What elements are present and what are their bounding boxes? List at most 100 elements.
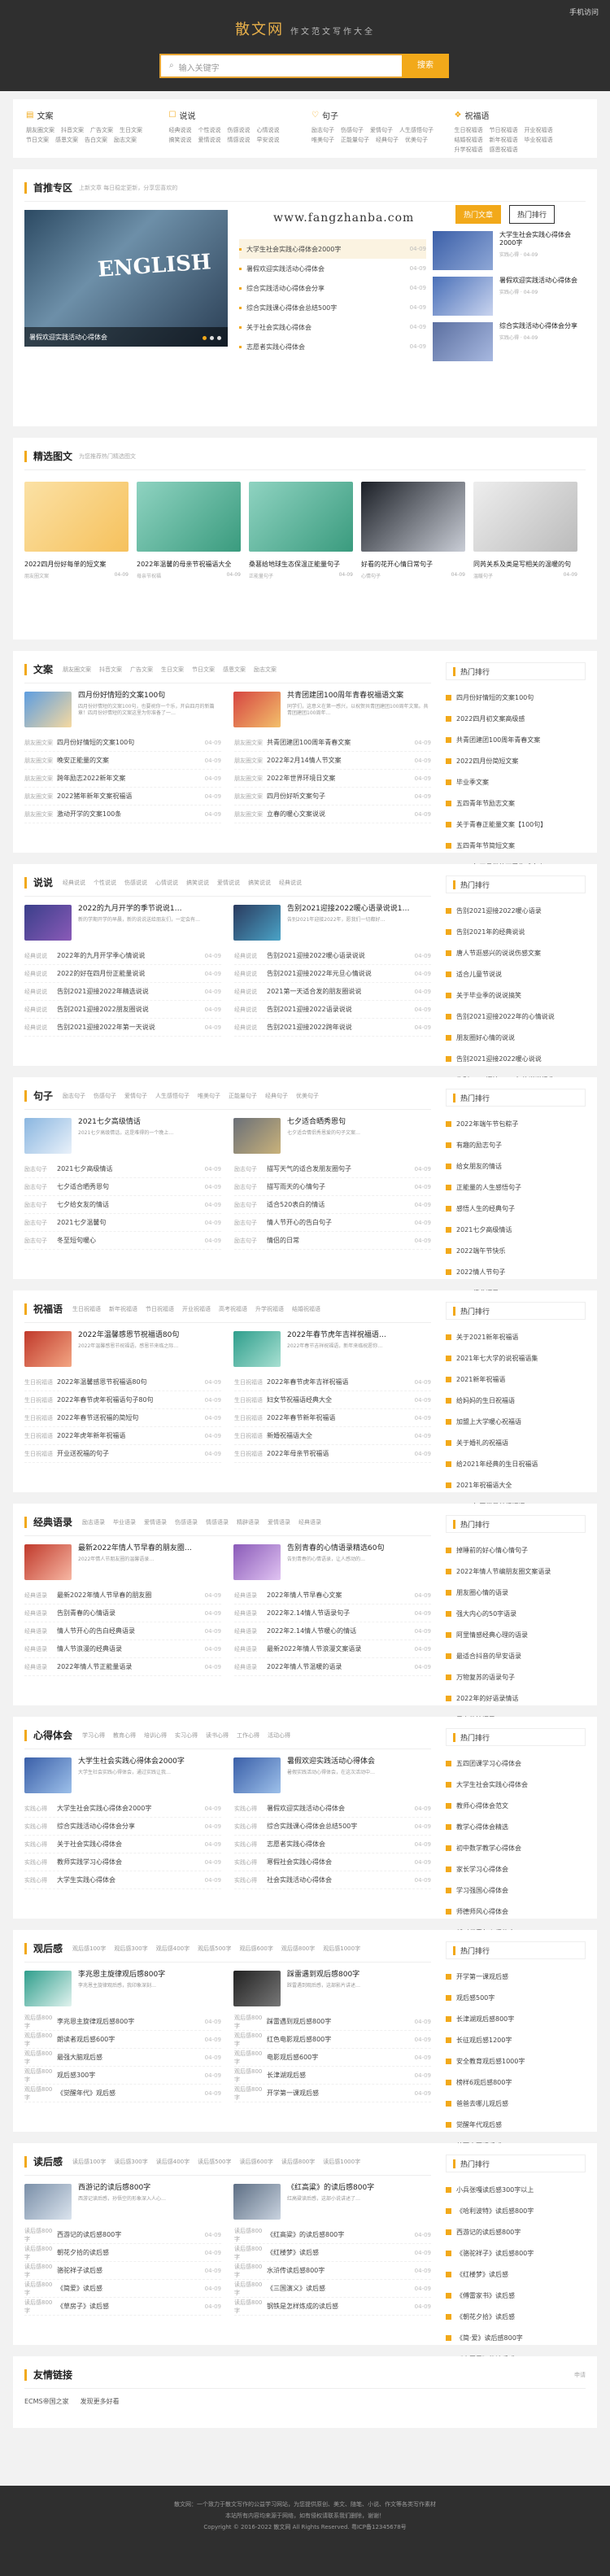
section-tab[interactable]: 感恩文案 [223, 666, 246, 674]
ranking-item[interactable]: 毕业季文案 [446, 771, 586, 792]
ranking-item[interactable]: 五四青年节简短文案 [446, 835, 586, 856]
section-tab[interactable]: 生日祝福语 [72, 1305, 101, 1313]
article-row[interactable]: 实践心得 综合实践活动心得体会分享 04-09 [24, 1818, 221, 1836]
section-tab[interactable]: 心情说说 [155, 879, 178, 887]
category-link[interactable]: 节日祝福语 [490, 126, 518, 134]
ranking-item[interactable]: 小兵张嘎读后感300字以上 [446, 2179, 586, 2200]
ranking-item[interactable]: 家长学习心得体会 [446, 1858, 586, 1880]
ranking-item[interactable]: 2022四月份简短文案 [446, 750, 586, 771]
featured-article[interactable]: 大学生社会实践心得体会2000字 大学生社会实践心得体会，通过实践让我… [24, 1757, 222, 1793]
category-link[interactable]: 告白文案 [85, 136, 107, 144]
section-tab[interactable]: 爱情说说 [217, 879, 240, 887]
friend-link[interactable]: ECMS帝国之家 [24, 2397, 69, 2406]
section-tab[interactable]: 高考祝福语 [219, 1305, 247, 1313]
category-link[interactable]: 搞笑说说 [169, 136, 192, 144]
section-tab[interactable]: 读后感300字 [114, 2158, 147, 2166]
section-tab[interactable]: 爱情语录 [144, 1518, 167, 1526]
ranking-item[interactable]: 朋友圈心情的语录 [446, 1582, 586, 1603]
section-tab[interactable]: 学习心得 [82, 1731, 105, 1740]
featured-article[interactable]: 2021七夕高级情话 2021七夕高级情话，这是难得的一个晚上… [24, 1118, 222, 1154]
ranking-item[interactable]: 2022年端午节包粽子 [446, 1113, 586, 1134]
section-tab[interactable]: 读书心得 [206, 1731, 229, 1740]
article-row[interactable]: 观后感800字 朗读者观后感600字 04-09 [24, 2031, 221, 2049]
article-row[interactable]: 励志句子 情人节开心的告白句子 04-09 [234, 1214, 431, 1232]
ranking-item[interactable]: 关于毕业季的说说搞笑 [446, 985, 586, 1006]
section-tab[interactable]: 唯美句子 [198, 1092, 220, 1100]
ranking-item[interactable]: 2021年祝福语大全 [446, 1474, 586, 1495]
section-tab[interactable]: 励志语录 [82, 1518, 105, 1526]
category-link[interactable]: 早安说说 [257, 136, 280, 144]
mobile-link[interactable]: 手机访问 [569, 7, 599, 17]
ranking-item[interactable]: 朋友圈好心情的说说 [446, 1027, 586, 1048]
article-row[interactable]: 读后感800字 水浒传读后感800字 04-09 [234, 2262, 431, 2280]
article-row[interactable]: 经典说说 告别2021迎接2022朋友圈说说 04-09 [24, 1001, 221, 1019]
section-tab[interactable]: 情感语录 [206, 1518, 229, 1526]
ranking-item[interactable]: 2021新年祝福语 [446, 1369, 586, 1390]
ranking-item[interactable]: 师德师风心得体会 [446, 1901, 586, 1922]
section-tab[interactable]: 观后感500字 [198, 1945, 231, 1953]
featured-banner[interactable]: ENGLISH 暑假欢迎实践活动心得体会 [24, 210, 228, 347]
section-tab[interactable]: 个性说说 [94, 879, 116, 887]
category-link[interactable]: 生日文案 [120, 126, 142, 134]
ranking-item[interactable]: 《红楼梦》读后感 [446, 2264, 586, 2285]
article-row[interactable]: 经典说说 告别2021迎接2022暖心语录说说 04-09 [234, 947, 431, 965]
featured-list-item[interactable]: 暑假欢迎实践活动心得体会 04-09 [239, 259, 426, 278]
article-row[interactable]: 读后感800字 《草房子》读后感 04-09 [24, 2298, 221, 2316]
article-row[interactable]: 励志句子 情侣的日常 04-09 [234, 1232, 431, 1250]
ranking-item[interactable]: 关于2021新年祝福语 [446, 1326, 586, 1347]
article-row[interactable]: 观后感800字 红色电影观后感800字 04-09 [234, 2031, 431, 2049]
article-row[interactable]: 朋友圈文案 2022年世界环境日文案 04-09 [234, 770, 431, 788]
category-link[interactable]: 毕业祝福语 [525, 136, 553, 144]
article-row[interactable]: 经典语录 情人节开心的告白经典语录 04-09 [24, 1622, 221, 1640]
section-tab[interactable]: 精辟语录 [237, 1518, 259, 1526]
article-row[interactable]: 实践心得 志愿者实践心得体会 04-09 [234, 1836, 431, 1853]
category-link[interactable]: 结婚祝福语 [455, 136, 483, 144]
section-tab[interactable]: 工作心得 [237, 1731, 259, 1740]
featured-article[interactable]: 告别青春的心情语录精选60句 告别青春的心情语录，让人感动的… [233, 1544, 431, 1580]
section-tab[interactable]: 新年祝福语 [109, 1305, 137, 1313]
article-row[interactable]: 实践心得 社会实践活动心得体会 04-09 [234, 1871, 431, 1889]
article-row[interactable]: 经典语录 2022年2.14情人节暖心的情话 04-09 [234, 1622, 431, 1640]
tab-hot-articles[interactable]: 热门文章 [455, 205, 501, 224]
ranking-item[interactable]: 长征观后感1200字 [446, 2029, 586, 2050]
category-link[interactable]: 开业祝福语 [525, 126, 553, 134]
section-tab[interactable]: 节日祝福语 [146, 1305, 174, 1313]
section-tab[interactable]: 爱情语录 [268, 1518, 290, 1526]
article-row[interactable]: 朋友圈文案 激动开学的文案100条 04-09 [24, 806, 221, 823]
category-link[interactable]: 升学祝福语 [455, 146, 483, 154]
article-row[interactable]: 经典说说 告别2021迎接2022年元旦心情说说 04-09 [234, 965, 431, 983]
section-tab[interactable]: 广告文案 [130, 666, 153, 674]
section-tab[interactable]: 正能量句子 [229, 1092, 257, 1100]
ranking-item[interactable]: 学习强国心得体会 [446, 1880, 586, 1901]
article-row[interactable]: 励志句子 2021七夕温馨句 04-09 [24, 1214, 221, 1232]
section-title[interactable]: 观后感 [33, 1941, 63, 1955]
article-row[interactable]: 经典说说 告别2021迎接2022语录说说 04-09 [234, 1001, 431, 1019]
ranking-item[interactable]: 西游记的读后感800字 [446, 2221, 586, 2242]
ranking-item[interactable]: 2022情人节句子 [446, 1261, 586, 1282]
section-tab[interactable]: 爱情句子 [124, 1092, 147, 1100]
featured-list-item[interactable]: 关于社会实践心得体会 04-09 [239, 317, 426, 337]
category-link[interactable]: 新年祝福语 [490, 136, 518, 144]
ranking-item[interactable]: 正能量的人生感悟句子 [446, 1177, 586, 1198]
featured-article[interactable]: 2022年春节虎年吉祥祝福语… 2022年春节吉祥祝福语，新年来临祝愿你… [233, 1331, 431, 1367]
category-link[interactable]: 励志文案 [114, 136, 137, 144]
article-row[interactable]: 实践心得 寒假社会实践心得体会 04-09 [234, 1853, 431, 1871]
section-tab[interactable]: 观后感100字 [72, 1945, 106, 1953]
featured-article[interactable]: 告别2021迎接2022暖心语录说说1… 告别2021年迎接2022年，愿我们一切… [233, 905, 431, 941]
featured-article[interactable]: 七夕适合晒秀恩句 七夕适合情侣秀恩爱的句子文案… [233, 1118, 431, 1154]
ranking-item[interactable]: 共青团建团100周年青春文案 [446, 729, 586, 750]
article-row[interactable]: 读后感800字 《红高粱》的读后感800字 04-09 [234, 2226, 431, 2244]
section-tab[interactable]: 毕业语录 [113, 1518, 136, 1526]
section-tab[interactable]: 教育心得 [113, 1731, 136, 1740]
category-link[interactable]: 伤感说说 [228, 126, 251, 134]
ranking-item[interactable]: 强大内心的50字语录 [446, 1603, 586, 1624]
ranking-item[interactable]: 教师心得体会范文 [446, 1795, 586, 1816]
ranking-item[interactable]: 榜样6观后感800字 [446, 2072, 586, 2093]
article-row[interactable]: 励志句子 七夕适合晒秀恩句 04-09 [24, 1178, 221, 1196]
article-row[interactable]: 读后感800字 钢铁是怎样炼成的读后感 04-09 [234, 2298, 431, 2316]
article-row[interactable]: 读后感800字 《红楼梦》读后感 04-09 [234, 2244, 431, 2262]
article-row[interactable]: 实践心得 综合实践课心得体会总结500字 04-09 [234, 1818, 431, 1836]
section-tab[interactable]: 经典说说 [63, 879, 85, 887]
ranking-item[interactable]: 给女朋友的情话 [446, 1155, 586, 1177]
ranking-item[interactable]: 《骆驼祥子》读后感800字 [446, 2242, 586, 2264]
